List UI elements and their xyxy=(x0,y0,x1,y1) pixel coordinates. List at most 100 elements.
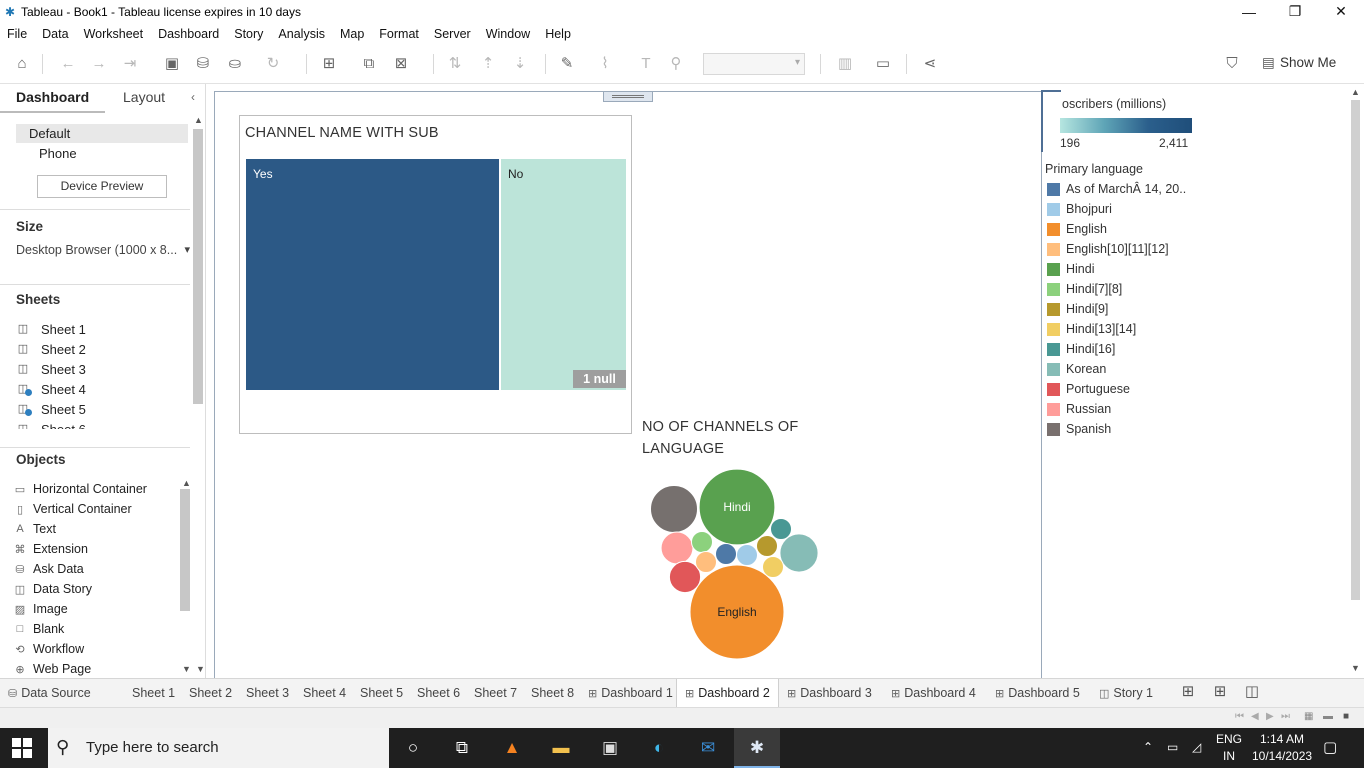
bubble[interactable] xyxy=(735,543,759,567)
previous-sheet-icon[interactable]: ◀ xyxy=(1251,711,1259,722)
device-scroll-thumb[interactable] xyxy=(193,129,203,404)
canvas-scrollbar[interactable]: ▲ ▼ xyxy=(1347,84,1364,678)
cortana-icon[interactable]: ○ xyxy=(400,736,426,760)
sheet-item[interactable]: ◫ Sheet 5 xyxy=(16,399,86,419)
menu-data[interactable]: Data xyxy=(35,27,76,41)
redo-icon[interactable]: → xyxy=(88,54,110,74)
minimize-button[interactable]: — xyxy=(1226,0,1272,23)
labels-icon[interactable]: T xyxy=(635,54,657,74)
legend-item[interactable]: Hindi xyxy=(1047,259,1095,279)
tableau-taskbar-item[interactable]: ✱ xyxy=(734,728,780,768)
undo-icon[interactable]: ← xyxy=(57,54,79,74)
first-sheet-icon[interactable]: ⏮ xyxy=(1235,711,1244,722)
legend-item[interactable]: Russian xyxy=(1047,399,1111,419)
bubble[interactable] xyxy=(694,550,718,574)
legend-item[interactable]: Portuguese xyxy=(1047,379,1130,399)
highlight-icon[interactable]: ✎ xyxy=(556,54,578,74)
new-data-source-icon[interactable]: ⛁ xyxy=(192,54,214,74)
mail-icon[interactable]: ✉ xyxy=(695,736,721,760)
object-workflow[interactable]: ⟲ Workflow xyxy=(13,639,84,659)
menu-window[interactable]: Window xyxy=(479,27,538,41)
move-handle[interactable] xyxy=(603,91,653,102)
object-web-page[interactable]: ⊕ Web Page xyxy=(13,659,91,679)
vlc-icon[interactable]: ▲ xyxy=(499,736,525,760)
legend-item[interactable]: Hindi[13][14] xyxy=(1047,319,1136,339)
swap-icon[interactable]: ⇅ xyxy=(444,54,466,74)
group-icon[interactable]: ⌇ xyxy=(594,54,616,74)
fix-axes-icon[interactable]: ⚲ xyxy=(665,54,687,74)
sheet-item[interactable]: ◫ Sheet 4 xyxy=(16,379,86,399)
next-sheet-icon[interactable]: ▶ xyxy=(1266,711,1274,722)
object-text[interactable]: A Text xyxy=(13,519,56,539)
scroll-up-icon[interactable]: ▲ xyxy=(194,115,203,125)
sheet-item[interactable]: ◫ Sheet 3 xyxy=(16,359,86,379)
tab-dashboard-1[interactable]: ⊞ Dashboard 1 xyxy=(580,679,681,707)
bubble[interactable] xyxy=(650,485,698,533)
refresh-icon[interactable]: ↻ xyxy=(262,54,284,74)
menu-format[interactable]: Format xyxy=(372,27,427,41)
object-image[interactable]: ▨ Image xyxy=(13,599,68,619)
tab-sheet-3[interactable]: Sheet 3 xyxy=(238,679,297,707)
tab-data-source[interactable]: ⛁ Data Source xyxy=(0,679,99,707)
sheet-item[interactable]: ◫ Sheet 6 xyxy=(16,419,86,430)
menu-file[interactable]: File xyxy=(0,27,35,41)
tab-sheet-2[interactable]: Sheet 2 xyxy=(181,679,240,707)
duplicate-icon[interactable]: ⧉ xyxy=(358,54,380,74)
scroll-down-icon[interactable]: ▼ xyxy=(1351,663,1360,673)
taskbar-search[interactable]: ⚲ Type here to search xyxy=(48,728,389,768)
show-me-button[interactable]: ▤ Show Me xyxy=(1262,55,1336,71)
tabs-view-icon[interactable]: ▬ xyxy=(1323,711,1333,722)
legend-item[interactable]: English[10][11][12] xyxy=(1047,239,1169,259)
sort-descending-icon[interactable]: ⇣ xyxy=(509,54,531,74)
tab-story-1[interactable]: ◫ Story 1 xyxy=(1091,679,1161,707)
bubble[interactable] xyxy=(769,517,793,541)
bubble[interactable] xyxy=(690,530,714,554)
fit-dropdown[interactable] xyxy=(703,53,805,75)
new-story-tab-icon[interactable]: ◫ xyxy=(1241,682,1263,702)
menu-story[interactable]: Story xyxy=(227,27,271,41)
menu-server[interactable]: Server xyxy=(427,27,479,41)
object-extension[interactable]: ⌘ Extension xyxy=(13,539,88,559)
objects-scrollbar[interactable] xyxy=(190,476,205,676)
show-cards-icon[interactable]: ▥ xyxy=(834,54,856,74)
legend-item[interactable]: Korean xyxy=(1047,359,1106,379)
save-icon[interactable]: ▣ xyxy=(161,54,183,74)
legend-item[interactable]: Bhojpuri xyxy=(1047,199,1112,219)
legend-item[interactable]: As of MarchÂ 14, 20.. xyxy=(1047,179,1186,199)
bubble[interactable] xyxy=(761,555,785,579)
tab-sheet-4[interactable]: Sheet 4 xyxy=(295,679,354,707)
scroll-down-icon[interactable]: ▼ xyxy=(196,664,205,674)
object-blank[interactable]: □ Blank xyxy=(13,619,65,639)
bubble[interactable] xyxy=(779,533,819,573)
sort-ascending-icon[interactable]: ⇡ xyxy=(477,54,499,74)
presentation-mode-icon[interactable]: ▭ xyxy=(872,54,894,74)
tray-chevron-icon[interactable]: ⌃ xyxy=(1143,740,1153,754)
object-data-story[interactable]: ◫ Data Story xyxy=(13,579,92,599)
format-workbook-icon[interactable]: ⛉ xyxy=(1221,54,1243,74)
tab-sheet-5[interactable]: Sheet 5 xyxy=(352,679,411,707)
scroll-up-icon[interactable]: ▲ xyxy=(182,478,191,488)
close-window-button[interactable]: ✕ xyxy=(1318,0,1364,23)
taskbar-clock[interactable]: 1:14 AM 10/14/2023 xyxy=(1252,731,1312,765)
home-icon[interactable]: ⌂ xyxy=(11,54,33,74)
legend-item[interactable]: Hindi[7][8] xyxy=(1047,279,1122,299)
notification-icon[interactable]: ▢ xyxy=(1323,738,1337,756)
restore-button[interactable]: ❐ xyxy=(1272,0,1318,23)
windows-start-icon[interactable] xyxy=(12,738,32,758)
collapse-panel-icon[interactable]: ‹ xyxy=(191,90,195,104)
menu-map[interactable]: Map xyxy=(333,27,372,41)
new-worksheet-icon[interactable]: ⊞ xyxy=(318,54,340,74)
treemap-cell-no[interactable]: No xyxy=(501,159,626,390)
tab-sheet-6[interactable]: Sheet 6 xyxy=(409,679,468,707)
tab-sheet-8[interactable]: Sheet 8 xyxy=(523,679,582,707)
object-horizontal-container[interactable]: ▭ Horizontal Container xyxy=(13,479,147,499)
file-explorer-icon[interactable]: ▬ xyxy=(548,736,574,760)
sheet-item[interactable]: ◫ Sheet 2 xyxy=(16,339,86,359)
menu-worksheet[interactable]: Worksheet xyxy=(77,27,152,41)
tab-dashboard-5[interactable]: ⊞ Dashboard 5 xyxy=(987,679,1088,707)
null-indicator[interactable]: 1 null xyxy=(573,370,626,388)
grid-view-icon[interactable]: ■ xyxy=(1343,711,1349,722)
objects-scroll-thumb[interactable] xyxy=(180,489,190,611)
sheet-item[interactable]: ◫ Sheet 1 xyxy=(16,319,86,339)
bubble-chart[interactable]: English Hindi xyxy=(640,462,830,662)
